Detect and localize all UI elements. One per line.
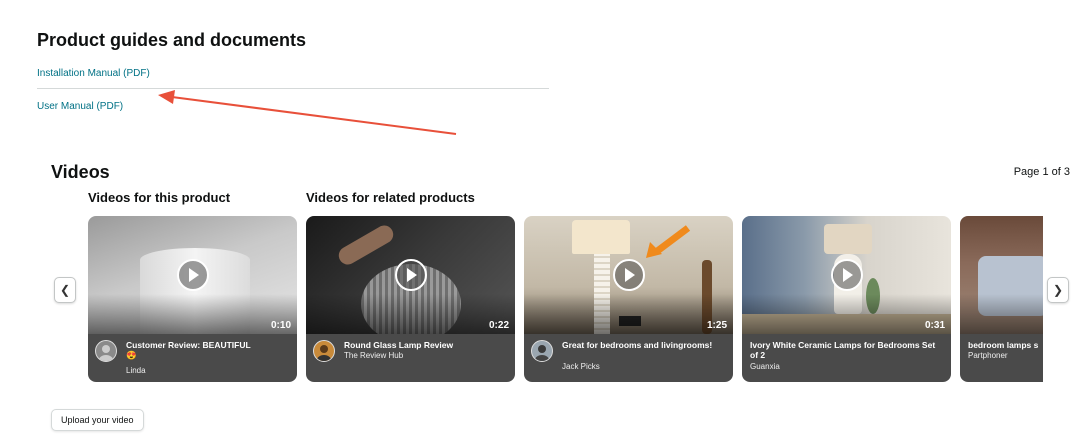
play-icon [176,259,209,291]
section-related-products: Videos for related products [306,190,475,205]
video-info: Round Glass Lamp Review The Review Hub [306,334,515,382]
video-info: bedroom lamps s Partphoner [960,334,1043,382]
divider [37,88,549,89]
carousel-prev-button[interactable]: ❮ [54,277,76,303]
videos-title: Videos [51,162,110,182]
play-icon [394,259,427,291]
video-card[interactable]: bedroom lamps s Partphoner [960,216,1043,382]
video-author: Partphoner [968,351,1008,360]
installation-manual-link[interactable]: Installation Manual (PDF) [37,68,150,79]
video-card[interactable]: 1:25 Great for bedrooms and livingrooms!… [524,216,733,382]
heart-eyes-emoji: 😍 [126,350,137,360]
play-icon [612,259,645,291]
guides-title: Product guides and documents [37,30,307,50]
section-this-product: Videos for this product [88,190,231,205]
video-author: Linda [126,366,146,375]
video-duration: 0:22 [488,320,509,331]
user-manual-link[interactable]: User Manual (PDF) [37,101,123,112]
page-indicator: Page 1 of 3 [1013,166,1070,178]
video-duration: 0:10 [270,320,291,331]
video-card[interactable]: 0:10 Customer Review: BEAUTIFUL 😍 Linda [88,216,297,382]
carousel-next-button[interactable]: ❯ [1047,277,1069,303]
video-duration: 0:31 [924,320,945,331]
avatar [313,340,335,362]
upload-video-button[interactable]: Upload your video [51,409,144,431]
video-title: bedroom lamps s [968,340,1039,350]
avatar [531,340,553,362]
avatar [95,340,117,362]
video-title: Round Glass Lamp Review [344,340,454,350]
chevron-right-icon: ❯ [1052,283,1064,297]
play-icon [830,259,863,291]
video-author: Jack Picks [562,362,600,371]
video-info: Great for bedrooms and livingrooms! Jack… [524,334,733,382]
video-carousel: 0:10 Customer Review: BEAUTIFUL 😍 Linda 0… [88,216,1043,382]
video-thumbnail [960,216,1043,334]
video-duration: 1:25 [706,320,727,331]
video-card[interactable]: 0:22 Round Glass Lamp Review The Review … [306,216,515,382]
video-author: Guanxia [750,362,780,371]
video-title: Great for bedrooms and livingrooms! [562,340,713,350]
video-title: Customer Review: BEAUTIFUL 😍 [126,340,251,360]
video-card[interactable]: 0:31 Ivory White Ceramic Lamps for Bedro… [742,216,951,382]
video-info: Customer Review: BEAUTIFUL 😍 Linda [88,334,297,382]
video-info: Ivory White Ceramic Lamps for Bedrooms S… [742,334,951,382]
video-title: Ivory White Ceramic Lamps for Bedrooms S… [750,340,936,360]
chevron-left-icon: ❮ [59,283,71,297]
video-author: The Review Hub [344,351,404,360]
